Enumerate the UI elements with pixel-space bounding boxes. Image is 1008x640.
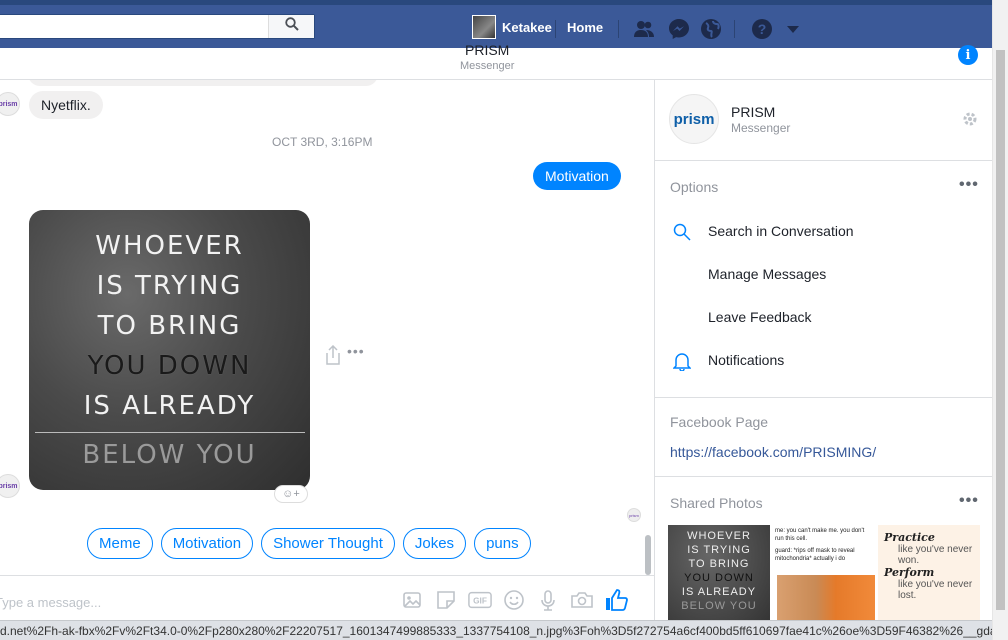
scrollbar-thumb[interactable] <box>996 50 1005 610</box>
message-composer: Type a message... GIF <box>0 575 654 620</box>
image-text-line: YOU DOWN <box>87 351 252 381</box>
share-icon[interactable] <box>324 344 342 370</box>
search-button[interactable] <box>268 15 314 38</box>
conversation-subtitle: Messenger <box>460 60 515 72</box>
photo-text-line: guard: *rips off mask to reveal mitochon… <box>775 548 855 562</box>
image-text-line: WHOEVER <box>95 231 244 261</box>
photo-text-line: YOU DOWN <box>684 572 754 584</box>
image-text-line: IS ALREADY <box>83 391 256 421</box>
conversation-title: PRISM <box>465 42 510 58</box>
home-link[interactable]: Home <box>567 20 603 35</box>
photo-image <box>777 575 875 620</box>
search-icon <box>284 17 299 36</box>
option-search-conversation[interactable]: Search in Conversation <box>708 223 854 239</box>
options-more-icon[interactable]: ••• <box>959 176 979 194</box>
info-icon[interactable]: i <box>958 45 978 65</box>
quick-reply-puns[interactable]: puns <box>474 528 531 559</box>
photo-text-line: like you've never won. <box>898 544 973 566</box>
user-name: Ketakee <box>502 19 552 35</box>
quick-reply-motivation[interactable]: Motivation <box>160 528 254 559</box>
message-bubble[interactable]: Nyetflix. <box>29 91 103 119</box>
emoji-icon[interactable] <box>502 588 526 612</box>
shared-photo[interactable]: WHOEVER IS TRYING TO BRING YOU DOWN IS A… <box>668 525 770 620</box>
facebook-page-link[interactable]: https://facebook.com/PRISMING/ <box>670 444 876 460</box>
search-input[interactable] <box>0 14 315 39</box>
message-scrollbar[interactable] <box>645 535 651 575</box>
shared-photo[interactable]: me: you can't make me. you don't run thi… <box>773 525 875 620</box>
friend-requests-icon[interactable] <box>632 17 656 41</box>
divider <box>655 476 992 477</box>
conversation-details-panel: prism PRISM Messenger Options ••• Search… <box>654 80 992 620</box>
photo-text-line: like you've never lost. <box>898 579 973 601</box>
details-header: prism PRISM Messenger <box>655 80 992 161</box>
photo-text-line: BELOW YOU <box>681 600 757 612</box>
divider <box>618 20 619 38</box>
divider <box>655 397 992 398</box>
shared-photo[interactable]: Practice like you've never won. Perform … <box>878 525 980 620</box>
image-text-line: IS TRYING <box>96 271 243 301</box>
quick-reply-meme[interactable]: Meme <box>87 528 153 559</box>
quick-replies: Meme Motivation Shower Thought Jokes pun… <box>87 528 531 559</box>
image-text-line: BELOW YOU <box>82 440 257 470</box>
photo-text-line: WHOEVER <box>687 530 751 542</box>
page-subtitle: Messenger <box>731 121 791 135</box>
message-bubble-partial <box>28 80 378 86</box>
divider <box>34 432 305 433</box>
option-leave-feedback[interactable]: Leave Feedback <box>708 309 812 325</box>
photo-text-line: Perform <box>884 566 935 579</box>
shared-photos-more-icon[interactable]: ••• <box>959 492 979 510</box>
microphone-icon[interactable] <box>536 588 560 612</box>
read-receipt-avatar: prism <box>627 508 641 522</box>
search-icon <box>673 223 691 246</box>
add-photo-icon[interactable] <box>400 588 424 612</box>
svg-text:?: ? <box>758 21 767 37</box>
help-icon[interactable]: ? <box>750 17 774 41</box>
divider <box>734 20 735 38</box>
messenger-icon[interactable] <box>667 17 691 41</box>
chevron-down-icon[interactable] <box>781 17 805 41</box>
page-name[interactable]: PRISM <box>731 104 775 120</box>
options-title: Options <box>670 179 719 195</box>
photo-text-line: IS ALREADY <box>681 586 757 598</box>
option-notifications[interactable]: Notifications <box>708 352 784 368</box>
divider <box>555 20 556 38</box>
facebook-page-title: Facebook Page <box>670 414 769 430</box>
page-scrollbar[interactable] <box>992 0 1008 640</box>
avatar: prism <box>0 92 20 116</box>
bell-icon <box>672 351 692 376</box>
photo-text-line: TO BRING <box>688 558 750 570</box>
camera-icon[interactable] <box>570 588 594 612</box>
message-input[interactable]: Type a message... <box>0 595 101 610</box>
sticker-icon[interactable] <box>434 588 458 612</box>
option-manage-messages[interactable]: Manage Messages <box>708 266 826 282</box>
browser-status-bar: d.net%2Fh-ak-fbx%2Fv%2Ft34.0-0%2Fp280x28… <box>0 620 992 640</box>
photo-text-line: me: you can't make me. you don't run thi… <box>775 528 865 542</box>
shared-photos-grid: WHOEVER IS TRYING TO BRING YOU DOWN IS A… <box>668 525 980 620</box>
gear-icon[interactable] <box>961 110 979 133</box>
globe-notifications-icon[interactable] <box>699 17 723 41</box>
more-options-icon[interactable]: ••• <box>347 343 365 359</box>
message-list: prism Nyetflix. OCT 3RD, 3:16PM Motivati… <box>0 80 654 575</box>
quick-reply-shower-thought[interactable]: Shower Thought <box>261 528 395 559</box>
page-logo[interactable]: prism <box>669 94 719 144</box>
avatar: prism <box>0 474 20 498</box>
shared-photos-title: Shared Photos <box>670 495 763 511</box>
photo-text-line: IS TRYING <box>687 544 751 556</box>
message-bubble-outgoing[interactable]: Motivation <box>533 162 621 190</box>
svg-text:GIF: GIF <box>473 596 487 606</box>
quick-reply-jokes[interactable]: Jokes <box>402 528 467 559</box>
composer-toolbar: GIF <box>400 588 628 612</box>
gif-icon[interactable]: GIF <box>468 588 492 612</box>
shared-image[interactable]: WHOEVER IS TRYING TO BRING YOU DOWN IS A… <box>29 210 310 490</box>
add-reaction-button[interactable]: ☺+ <box>274 485 308 503</box>
avatar <box>472 15 496 39</box>
message-timestamp: OCT 3RD, 3:16PM <box>272 135 373 149</box>
top-navigation-bar: Ketakee Home ? <box>0 0 992 48</box>
photo-text-line: Practice <box>884 531 935 544</box>
image-text-line: TO BRING <box>97 311 242 341</box>
thumbs-up-icon[interactable] <box>604 588 628 612</box>
conversation-header: PRISM Messenger i <box>0 42 992 80</box>
profile-link[interactable]: Ketakee <box>472 15 552 39</box>
